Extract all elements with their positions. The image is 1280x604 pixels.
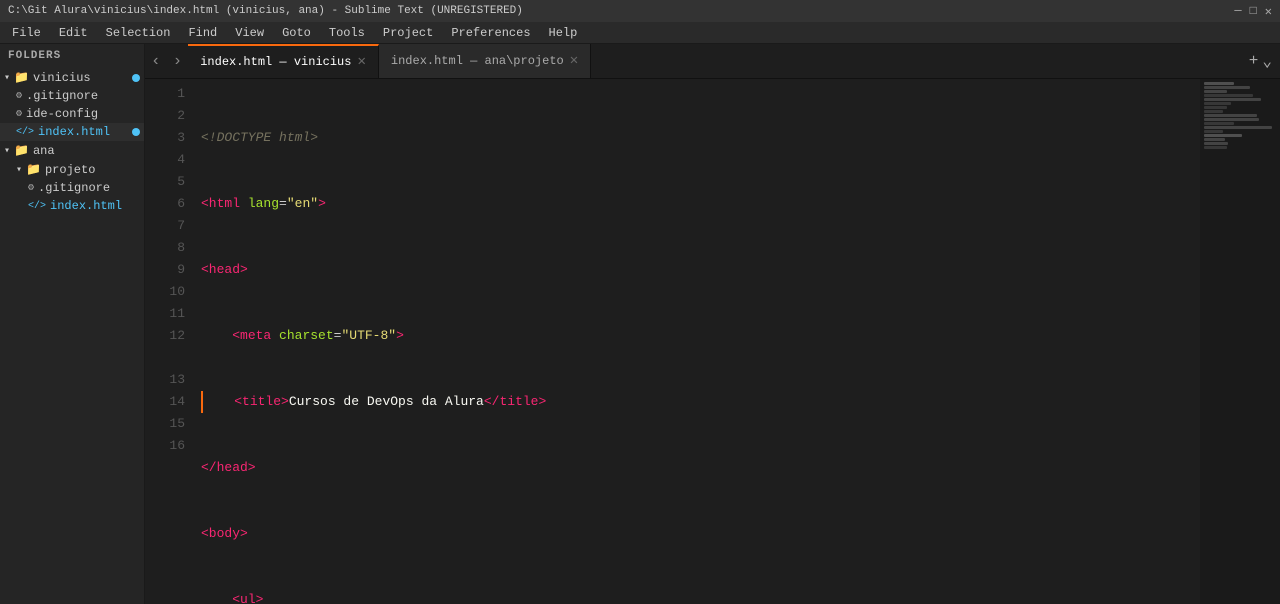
minimap-line [1204, 98, 1261, 101]
menu-find[interactable]: Find [180, 24, 225, 42]
editor-area: ‹ › index.html — vinicius ✕ index.html —… [145, 44, 1280, 604]
minimap-line [1204, 102, 1231, 105]
folder-open-icon: 📁 [26, 162, 41, 177]
folder-open-icon: 📁 [14, 70, 29, 85]
sidebar-item-projeto[interactable]: ▾ 📁 projeto [0, 160, 144, 179]
menu-selection[interactable]: Selection [98, 24, 179, 42]
file-code-icon: </> [28, 201, 46, 212]
modified-badge [132, 128, 140, 136]
tab-index-ana[interactable]: index.html — ana\projeto ✕ [379, 44, 591, 78]
file-icon: ⚙ [16, 108, 22, 120]
sidebar-item-vinicius[interactable]: ▾ 📁 vinicius [0, 68, 144, 87]
code-line-1: <!DOCTYPE html> [201, 127, 1200, 149]
tab-nav-prev[interactable]: ‹ [145, 44, 167, 78]
minimap-line [1204, 106, 1227, 109]
code-line-5: <title>Cursos de DevOps da Alura</title> [201, 391, 1200, 413]
minimap-line [1204, 110, 1223, 113]
minimap-line [1204, 126, 1272, 129]
close-button[interactable]: ✕ [1265, 4, 1272, 19]
file-code-icon: </> [16, 127, 34, 138]
menu-tools[interactable]: Tools [321, 24, 373, 42]
file-label: .gitignore [26, 89, 98, 103]
arrow-down-icon: ▾ [4, 72, 10, 84]
minimap-content [1200, 79, 1280, 152]
folder-label: projeto [45, 163, 95, 177]
tab-bar: ‹ › index.html — vinicius ✕ index.html —… [145, 44, 1280, 79]
file-label: index.html [50, 199, 122, 213]
menu-help[interactable]: Help [541, 24, 586, 42]
sidebar-item-ana[interactable]: ▾ 📁 ana [0, 141, 144, 160]
sidebar-item-index-vinicius[interactable]: </> index.html [0, 123, 144, 141]
minimap-line [1204, 114, 1257, 117]
menu-project[interactable]: Project [375, 24, 441, 42]
code-editor[interactable]: 1 2 3 4 5 6 7 8 9 10 11 12 12 13 14 15 1… [145, 79, 1280, 604]
tab-overflow-icon[interactable]: ⌄ [1262, 51, 1272, 71]
menu-preferences[interactable]: Preferences [443, 24, 538, 42]
code-content[interactable]: <!DOCTYPE html> <html lang="en"> <head> … [193, 79, 1200, 604]
code-line-4: <meta charset="UTF-8"> [201, 325, 1200, 347]
folder-label: ana [33, 144, 55, 158]
minimap-line [1204, 82, 1234, 85]
sidebar-item-ide-config[interactable]: ⚙ ide-config [0, 105, 144, 123]
modified-badge [132, 74, 140, 82]
file-icon: ⚙ [16, 90, 22, 102]
arrow-down-icon: ▾ [4, 145, 10, 157]
minimap-line [1204, 130, 1223, 133]
maximize-button[interactable]: □ [1250, 4, 1257, 19]
code-line-3: <head> [201, 259, 1200, 281]
minimize-button[interactable]: ─ [1234, 4, 1241, 19]
sidebar-item-gitignore-vinicius[interactable]: ⚙ .gitignore [0, 87, 144, 105]
file-icon: ⚙ [28, 182, 34, 194]
tab-label: index.html — vinicius [200, 55, 351, 69]
code-line-6: </head> [201, 457, 1200, 479]
file-label: index.html [38, 125, 110, 139]
tab-index-vinicius[interactable]: index.html — vinicius ✕ [188, 44, 379, 78]
arrow-down-icon: ▾ [16, 164, 22, 176]
minimap-line [1204, 138, 1225, 141]
minimap [1200, 79, 1280, 604]
minimap-line [1204, 134, 1242, 137]
title-bar: C:\Git Alura\vinicius\index.html (vinici… [0, 0, 1280, 22]
file-label: .gitignore [38, 181, 110, 195]
tab-label: index.html — ana\projeto [391, 54, 564, 68]
tab-nav-next[interactable]: › [167, 44, 189, 78]
minimap-line [1204, 118, 1259, 121]
minimap-line [1204, 90, 1227, 93]
sidebar-item-gitignore-ana[interactable]: ⚙ .gitignore [0, 179, 144, 197]
menu-view[interactable]: View [227, 24, 272, 42]
menu-goto[interactable]: Goto [274, 24, 319, 42]
menu-file[interactable]: File [4, 24, 49, 42]
tab-actions: + ⌄ [1241, 51, 1280, 71]
main-container: FOLDERS ▾ 📁 vinicius ⚙ .gitignore ⚙ ide-… [0, 44, 1280, 604]
folder-open-icon: 📁 [14, 143, 29, 158]
minimap-line [1204, 142, 1228, 145]
minimap-line [1204, 122, 1234, 125]
tab-close-icon[interactable]: ✕ [357, 55, 365, 69]
code-line-2: <html lang="en"> [201, 193, 1200, 215]
sidebar: FOLDERS ▾ 📁 vinicius ⚙ .gitignore ⚙ ide-… [0, 44, 145, 604]
minimap-line [1204, 86, 1250, 89]
sidebar-header: FOLDERS [0, 44, 144, 68]
title-bar-controls: ─ □ ✕ [1234, 4, 1272, 19]
code-line-8: <ul> [201, 589, 1200, 604]
code-line-7: <body> [201, 523, 1200, 545]
minimap-line [1204, 146, 1227, 149]
menu-edit[interactable]: Edit [51, 24, 96, 42]
menu-bar: File Edit Selection Find View Goto Tools… [0, 22, 1280, 44]
title-bar-title: C:\Git Alura\vinicius\index.html (vinici… [8, 5, 523, 17]
folder-label: vinicius [33, 71, 91, 85]
line-numbers: 1 2 3 4 5 6 7 8 9 10 11 12 12 13 14 15 1… [145, 79, 193, 604]
new-tab-icon[interactable]: + [1249, 52, 1259, 70]
minimap-line [1204, 94, 1253, 97]
tab-close-icon[interactable]: ✕ [570, 54, 578, 68]
sidebar-item-index-ana[interactable]: </> index.html [0, 197, 144, 215]
file-label: ide-config [26, 107, 98, 121]
